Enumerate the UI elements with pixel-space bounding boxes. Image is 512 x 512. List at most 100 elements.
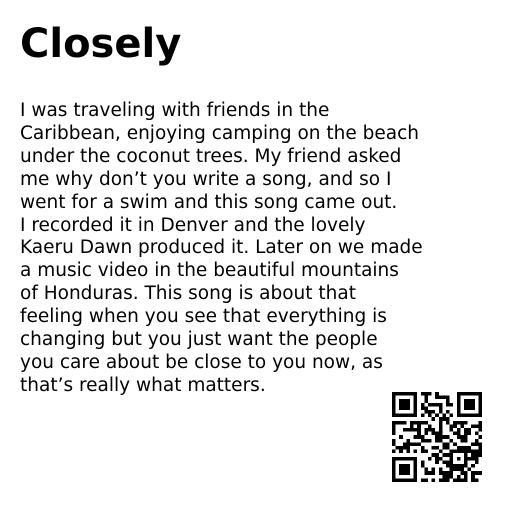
qr-module xyxy=(424,395,428,400)
qr-module xyxy=(417,428,421,432)
qr-module xyxy=(392,478,396,482)
qr-module xyxy=(471,474,475,479)
qr-module xyxy=(406,392,410,396)
qr-module xyxy=(402,456,407,461)
qr-module xyxy=(471,406,475,410)
qr-module xyxy=(453,478,457,482)
qr-module xyxy=(456,478,461,482)
qr-module xyxy=(471,471,475,475)
qr-module xyxy=(438,420,443,425)
qr-module xyxy=(460,413,464,418)
qr-module xyxy=(420,435,425,439)
qr-module xyxy=(402,392,407,396)
description-line: a music video in the beautiful mountains xyxy=(20,260,399,282)
qr-module xyxy=(402,428,407,432)
qr-module xyxy=(424,410,428,414)
qr-module xyxy=(424,467,428,472)
qr-module xyxy=(456,428,461,432)
qr-module xyxy=(449,456,454,461)
qr-module xyxy=(460,471,464,475)
qr-module xyxy=(446,474,450,479)
qr-module xyxy=(471,399,475,403)
qr-module xyxy=(413,471,418,475)
qr-module xyxy=(438,456,443,461)
qr-module xyxy=(431,446,436,450)
qr-module xyxy=(449,402,454,407)
qr-module xyxy=(395,456,400,461)
qr-module xyxy=(453,431,457,436)
qr-module xyxy=(424,406,428,410)
qr-module xyxy=(399,392,403,396)
qr-module xyxy=(464,453,468,457)
description-line: under the coconut trees. My friend asked xyxy=(20,145,402,167)
qr-module xyxy=(460,446,464,450)
qr-module xyxy=(471,413,475,418)
qr-module xyxy=(478,435,482,439)
qr-module xyxy=(442,413,446,418)
qr-module xyxy=(424,420,428,425)
qr-module xyxy=(474,456,479,461)
qr-module xyxy=(438,478,443,482)
description-line: Kaeru Dawn produced it. Later on we made xyxy=(20,237,423,259)
qr-module xyxy=(435,395,439,400)
qr-module xyxy=(453,464,457,468)
qr-module xyxy=(399,406,403,410)
qr-module xyxy=(406,399,410,403)
qr-module xyxy=(467,456,472,461)
qr-module xyxy=(467,446,472,450)
qr-module xyxy=(406,449,410,454)
qr-module xyxy=(456,392,461,396)
qr-module xyxy=(456,402,461,407)
qr-module xyxy=(438,467,443,472)
qr-module xyxy=(420,420,425,425)
qr-module xyxy=(435,438,439,443)
qr-module xyxy=(438,395,443,400)
qr-module xyxy=(446,435,450,439)
qr-module xyxy=(392,406,396,410)
qr-module xyxy=(406,406,410,410)
qr-module xyxy=(431,402,436,407)
qr-module xyxy=(410,424,414,428)
qr-module xyxy=(406,467,410,472)
qr-module xyxy=(399,456,403,461)
qr-module xyxy=(474,413,479,418)
qr-module xyxy=(446,442,450,446)
qr-module xyxy=(467,392,472,396)
qr-module xyxy=(456,406,461,410)
qr-module xyxy=(424,431,428,436)
qr-module xyxy=(446,471,450,475)
qr-module xyxy=(420,464,425,468)
qr-module xyxy=(435,392,439,396)
qr-module xyxy=(392,438,396,443)
qr-module xyxy=(467,431,472,436)
qr-module xyxy=(431,428,436,432)
qr-module xyxy=(446,395,450,400)
qr-module xyxy=(460,435,464,439)
qr-module xyxy=(413,410,418,414)
qr-module xyxy=(413,456,418,461)
qr-module xyxy=(456,464,461,468)
qr-module xyxy=(464,456,468,461)
qr-module xyxy=(392,431,396,436)
qr-module xyxy=(460,392,464,396)
qr-code-icon[interactable] xyxy=(392,392,482,482)
qr-module xyxy=(413,460,418,464)
qr-module xyxy=(438,417,443,421)
qr-module xyxy=(402,413,407,418)
qr-module xyxy=(438,406,443,410)
qr-module xyxy=(428,402,432,407)
qr-module xyxy=(446,453,450,457)
qr-module xyxy=(460,478,464,482)
qr-module xyxy=(420,402,425,407)
qr-module xyxy=(456,456,461,461)
qr-module xyxy=(478,420,482,425)
qr-module xyxy=(406,428,410,432)
qr-module xyxy=(402,402,407,407)
qr-module xyxy=(474,453,479,457)
qr-module xyxy=(478,410,482,414)
description-line: I was traveling with friends in the xyxy=(20,100,330,121)
qr-module xyxy=(428,413,432,418)
qr-module xyxy=(428,471,432,475)
qr-module xyxy=(467,406,472,410)
qr-module xyxy=(474,471,479,475)
